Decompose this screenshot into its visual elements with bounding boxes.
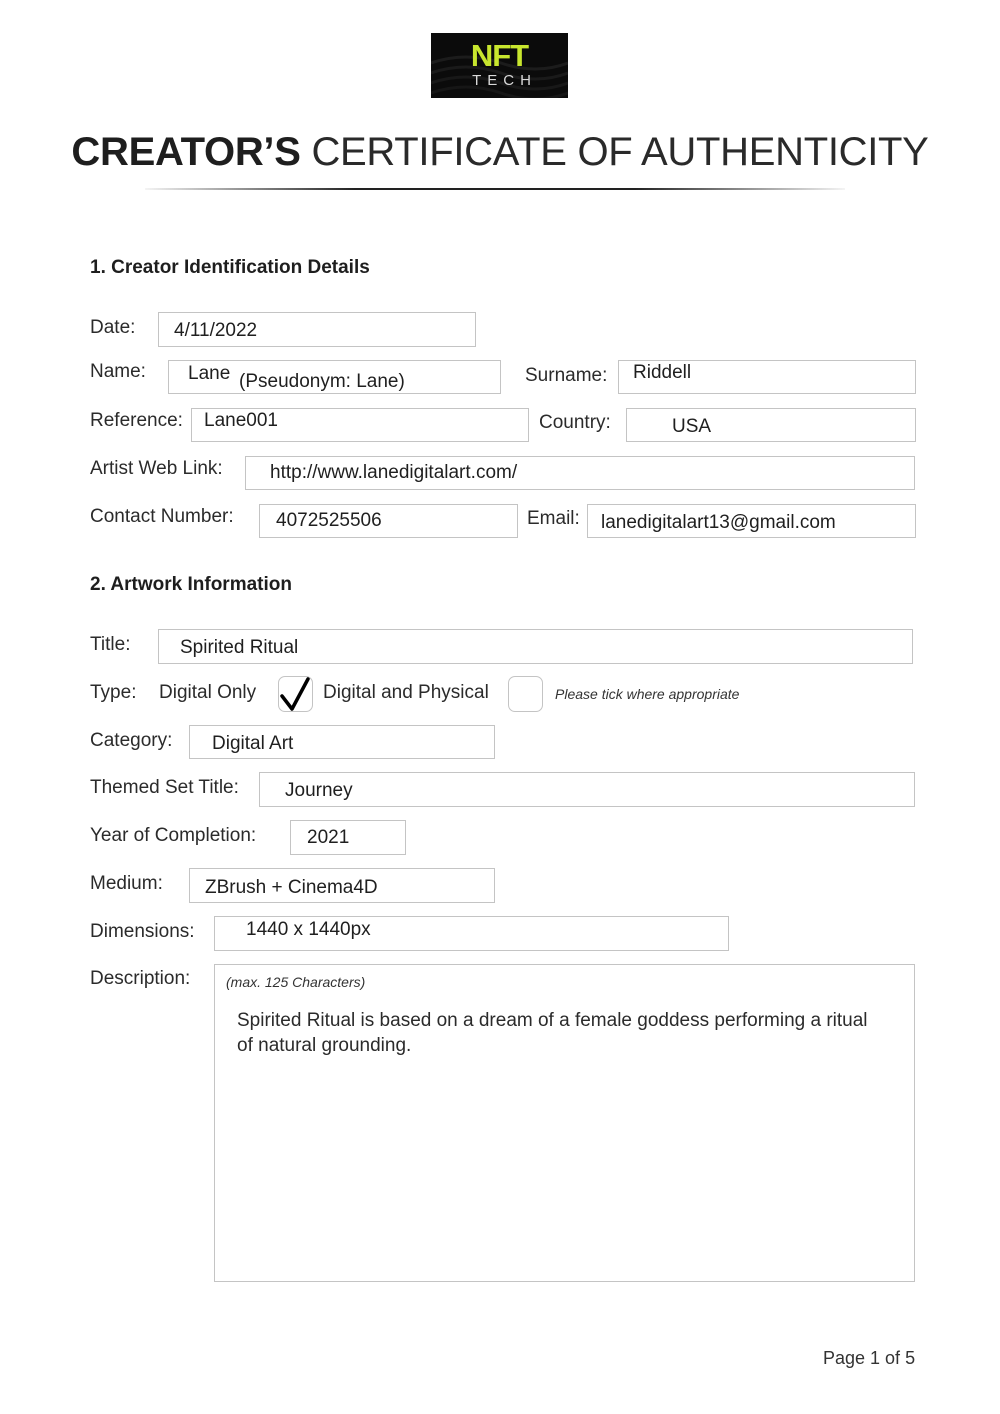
name-value: Lane: [188, 363, 231, 384]
medium-label: Medium:: [90, 873, 163, 894]
type-note: Please tick where appropriate: [555, 686, 740, 702]
category-field[interactable]: Digital Art: [189, 725, 495, 759]
certificate-title: CREATOR’S CERTIFICATE OF AUTHENTICITY: [0, 128, 1000, 176]
digital-only-checkbox[interactable]: [278, 676, 313, 712]
title-light: CERTIFICATE OF AUTHENTICITY: [311, 130, 929, 174]
medium-field[interactable]: ZBrush + Cinema4D: [189, 868, 495, 903]
surname-label: Surname:: [525, 365, 608, 386]
digital-and-physical-checkbox[interactable]: [508, 676, 543, 712]
description-field[interactable]: (max. 125 Characters) Spirited Ritual is…: [214, 964, 915, 1282]
category-label: Category:: [90, 730, 173, 751]
checkmark-icon: [280, 677, 310, 711]
country-value: USA: [672, 416, 712, 437]
surname-field[interactable]: Riddell: [618, 360, 916, 394]
web-link-label: Artist Web Link:: [90, 458, 223, 479]
reference-value: Lane001: [204, 410, 278, 431]
section-heading-creator: 1. Creator Identification Details: [90, 257, 370, 278]
medium-value: ZBrush + Cinema4D: [205, 877, 378, 898]
year-label: Year of Completion:: [90, 825, 257, 846]
dimensions-value: 1440 x 1440px: [246, 919, 371, 940]
contact-number-field[interactable]: 4072525506: [259, 504, 518, 538]
country-label: Country:: [539, 412, 611, 433]
category-value: Digital Art: [212, 733, 294, 754]
nft-tech-logo: NFT TECH: [431, 33, 568, 98]
reference-field[interactable]: Lane001: [191, 408, 529, 442]
type-option-digital-only-label: Digital Only: [159, 682, 257, 703]
themed-set-label: Themed Set Title:: [90, 777, 239, 798]
email-field[interactable]: lanedigitalart13@gmail.com: [587, 504, 916, 538]
description-value: Spirited Ritual is based on a dream of a…: [237, 1010, 868, 1056]
page-number: Page 1 of 5: [823, 1348, 916, 1368]
description-label: Description:: [90, 968, 191, 989]
pseudonym-value: (Pseudonym: Lane): [239, 371, 405, 392]
date-field[interactable]: 4/11/2022: [158, 312, 476, 347]
name-label: Name:: [90, 361, 146, 382]
section-heading-artwork: 2. Artwork Information: [90, 574, 292, 595]
artwork-title-label: Title:: [90, 634, 131, 655]
contact-number-value: 4072525506: [276, 510, 382, 531]
name-field[interactable]: Lane (Pseudonym: Lane): [168, 360, 501, 394]
type-option-digital-physical-label: Digital and Physical: [323, 682, 489, 703]
title-divider: [145, 188, 845, 190]
reference-label: Reference:: [90, 410, 183, 431]
dimensions-field[interactable]: 1440 x 1440px: [214, 916, 729, 951]
logo-nft-text: NFT: [470, 38, 529, 73]
web-link-field[interactable]: http://www.lanedigitalart.com/: [245, 456, 915, 490]
email-value: lanedigitalart13@gmail.com: [601, 512, 836, 533]
dimensions-label: Dimensions:: [90, 921, 195, 942]
artwork-title-value: Spirited Ritual: [180, 637, 299, 658]
year-value: 2021: [307, 827, 350, 848]
themed-set-field[interactable]: Journey: [259, 772, 915, 807]
contact-number-label: Contact Number:: [90, 506, 234, 527]
title-bold: CREATOR’S: [71, 130, 301, 174]
year-field[interactable]: 2021: [290, 820, 406, 855]
surname-value: Riddell: [633, 362, 692, 383]
artwork-title-field[interactable]: Spirited Ritual: [158, 629, 913, 664]
email-label: Email:: [527, 508, 580, 529]
date-value: 4/11/2022: [174, 320, 258, 341]
themed-set-value: Journey: [285, 780, 353, 801]
date-label: Date:: [90, 317, 136, 338]
web-link-value: http://www.lanedigitalart.com/: [270, 462, 518, 483]
description-hint: (max. 125 Characters): [226, 974, 366, 990]
type-label: Type:: [90, 682, 137, 703]
logo-tech-text: TECH: [472, 72, 537, 89]
country-field[interactable]: USA: [626, 408, 916, 442]
